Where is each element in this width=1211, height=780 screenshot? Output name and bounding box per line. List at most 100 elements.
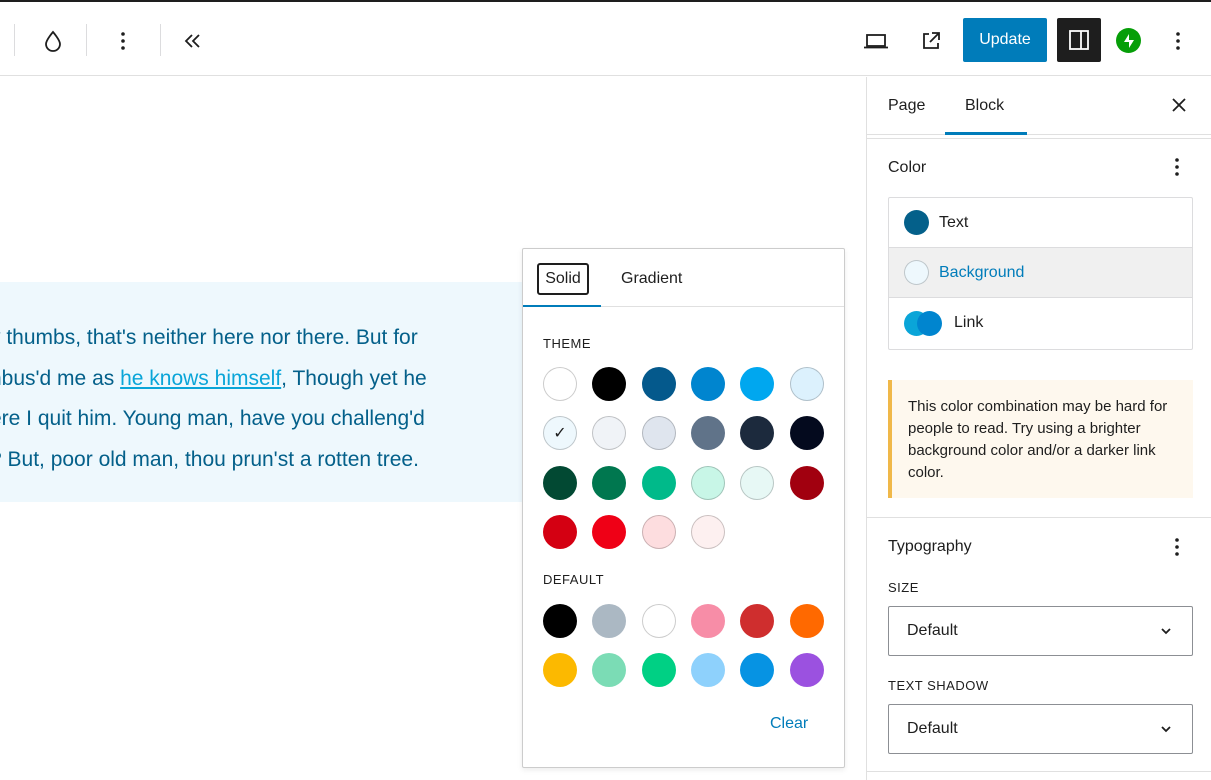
- default-color-swatch[interactable]: [690, 604, 725, 638]
- default-color-swatch[interactable]: [543, 604, 577, 638]
- panel-divider: [867, 138, 1211, 139]
- size-label: SIZE: [888, 580, 919, 595]
- more-vertical-icon[interactable]: [110, 28, 136, 54]
- toolbar-separator: [14, 24, 15, 56]
- paragraph-line-text: y thumbs, that's neither here nor there.…: [0, 326, 418, 349]
- background-color-swatch: [904, 260, 929, 285]
- paragraph-text[interactable]: y thumbs, that's neither here nor there.…: [0, 318, 540, 480]
- default-color-swatch[interactable]: [789, 653, 824, 688]
- jetpack-icon[interactable]: [1116, 28, 1141, 53]
- theme-color-swatch[interactable]: [641, 416, 676, 451]
- theme-color-swatch[interactable]: [690, 367, 725, 401]
- theme-palette-label: THEME: [543, 336, 591, 351]
- color-item-link[interactable]: Link: [889, 298, 1192, 348]
- sidebar-tabs: Page Block: [867, 77, 1211, 135]
- theme-color-swatch[interactable]: [592, 416, 627, 451]
- default-color-swatch[interactable]: [740, 604, 775, 638]
- paragraph-line-text: nbus'd me as: [0, 366, 121, 390]
- contrast-warning-notice: This color combination may be hard for p…: [888, 380, 1193, 498]
- tab-solid-indicator: [523, 305, 601, 307]
- theme-color-swatch[interactable]: [543, 514, 577, 549]
- tab-gradient[interactable]: Gradient: [621, 263, 682, 295]
- color-type-tabs: Solid Gradient: [523, 249, 844, 307]
- top-toolbar: Update: [0, 0, 1211, 76]
- options-icon[interactable]: [1165, 28, 1191, 54]
- color-item-text[interactable]: Text: [889, 198, 1192, 248]
- tab-solid[interactable]: Solid: [537, 263, 589, 295]
- theme-color-swatch[interactable]: [740, 416, 775, 451]
- default-color-swatch[interactable]: [789, 604, 824, 638]
- desktop-preview-icon[interactable]: [862, 28, 890, 54]
- color-settings-list: Text Background Link: [888, 197, 1193, 350]
- theme-color-swatch[interactable]: [789, 416, 824, 451]
- theme-color-swatch[interactable]: [641, 514, 676, 549]
- theme-color-swatch[interactable]: [641, 465, 676, 500]
- default-color-swatch[interactable]: [641, 604, 676, 638]
- panel-divider: [867, 771, 1211, 772]
- theme-color-swatch[interactable]: [789, 367, 824, 401]
- settings-sidebar: Page Block Color Text Background Link Th…: [866, 77, 1211, 780]
- theme-color-swatch[interactable]: [543, 367, 577, 401]
- default-color-swatch[interactable]: [740, 653, 775, 688]
- paragraph-line: y thumbs, that's neither here nor there.…: [0, 318, 540, 359]
- text-shadow-select[interactable]: Default: [888, 704, 1193, 754]
- default-color-swatch[interactable]: [543, 653, 577, 688]
- close-icon[interactable]: [1167, 93, 1191, 117]
- theme-color-swatch[interactable]: ✓: [543, 416, 577, 451]
- theme-color-swatch[interactable]: [789, 465, 824, 500]
- default-color-swatch[interactable]: [641, 653, 676, 688]
- paragraph-line-text: ? But, poor old man, thou prun'st a rott…: [0, 447, 419, 471]
- paragraph-block[interactable]: y thumbs, that's neither here nor there.…: [0, 282, 540, 502]
- chevron-down-icon: [1158, 721, 1174, 737]
- update-button[interactable]: Update: [963, 18, 1047, 62]
- theme-color-swatch[interactable]: [592, 465, 627, 500]
- tab-page[interactable]: Page: [888, 77, 925, 135]
- collapse-left-icon[interactable]: [180, 28, 206, 54]
- color-item-label: Text: [939, 213, 969, 231]
- paragraph-line: nbus'd me as he knows himself, Though ye…: [0, 359, 540, 400]
- text-color-swatch: [904, 210, 929, 235]
- sidebar-toggle-icon[interactable]: [1057, 18, 1101, 62]
- panel-divider: [867, 517, 1211, 518]
- default-palette-label: DEFAULT: [543, 572, 605, 587]
- text-shadow-select-value: Default: [907, 720, 958, 737]
- theme-color-swatch[interactable]: [740, 367, 775, 401]
- theme-color-swatch[interactable]: [592, 367, 627, 401]
- color-picker-popover: Solid Gradient THEME ✓ DEFAULT Clear: [522, 248, 845, 768]
- color-item-label: Link: [954, 314, 984, 331]
- paragraph-line: ere I quit him. Young man, have you chal…: [0, 399, 540, 440]
- external-link-icon[interactable]: [918, 28, 944, 54]
- theme-color-swatch[interactable]: [690, 514, 725, 549]
- theme-color-swatch[interactable]: [592, 514, 627, 549]
- default-color-swatch[interactable]: [592, 604, 627, 638]
- theme-color-swatch[interactable]: [690, 465, 725, 500]
- typography-panel-title: Typography: [888, 538, 972, 555]
- typography-options-icon[interactable]: [1165, 535, 1189, 559]
- default-color-swatch[interactable]: [592, 653, 627, 688]
- size-select[interactable]: Default: [888, 606, 1193, 656]
- paragraph-line-text: ere I quit him. Young man, have you chal…: [0, 407, 425, 430]
- tab-block[interactable]: Block: [965, 77, 1004, 135]
- color-item-label: Background: [939, 263, 1025, 281]
- theme-color-swatch[interactable]: [740, 465, 775, 500]
- chevron-down-icon: [1158, 623, 1174, 639]
- theme-color-swatch[interactable]: [690, 416, 725, 451]
- clear-button[interactable]: Clear: [770, 715, 808, 733]
- paragraph-line: ? But, poor old man, thou prun'st a rott…: [0, 440, 540, 481]
- text-shadow-label: TEXT SHADOW: [888, 678, 989, 693]
- tab-block-indicator: [945, 132, 1027, 135]
- size-select-value: Default: [907, 622, 958, 639]
- check-icon: ✓: [553, 425, 567, 443]
- paragraph-link[interactable]: he knows himself: [120, 367, 281, 390]
- color-options-icon[interactable]: [1165, 155, 1189, 179]
- color-panel-title: Color: [888, 159, 927, 176]
- droplet-icon[interactable]: [40, 28, 66, 54]
- toolbar-separator: [160, 24, 161, 56]
- paragraph-line-text: , Though yet he: [281, 366, 427, 390]
- theme-color-swatch[interactable]: [543, 465, 577, 500]
- toolbar-separator: [86, 24, 87, 56]
- link-color-swatch: [904, 310, 944, 336]
- color-item-background[interactable]: Background: [889, 248, 1192, 298]
- default-color-swatch[interactable]: [690, 653, 725, 688]
- theme-color-swatch[interactable]: [641, 367, 676, 401]
